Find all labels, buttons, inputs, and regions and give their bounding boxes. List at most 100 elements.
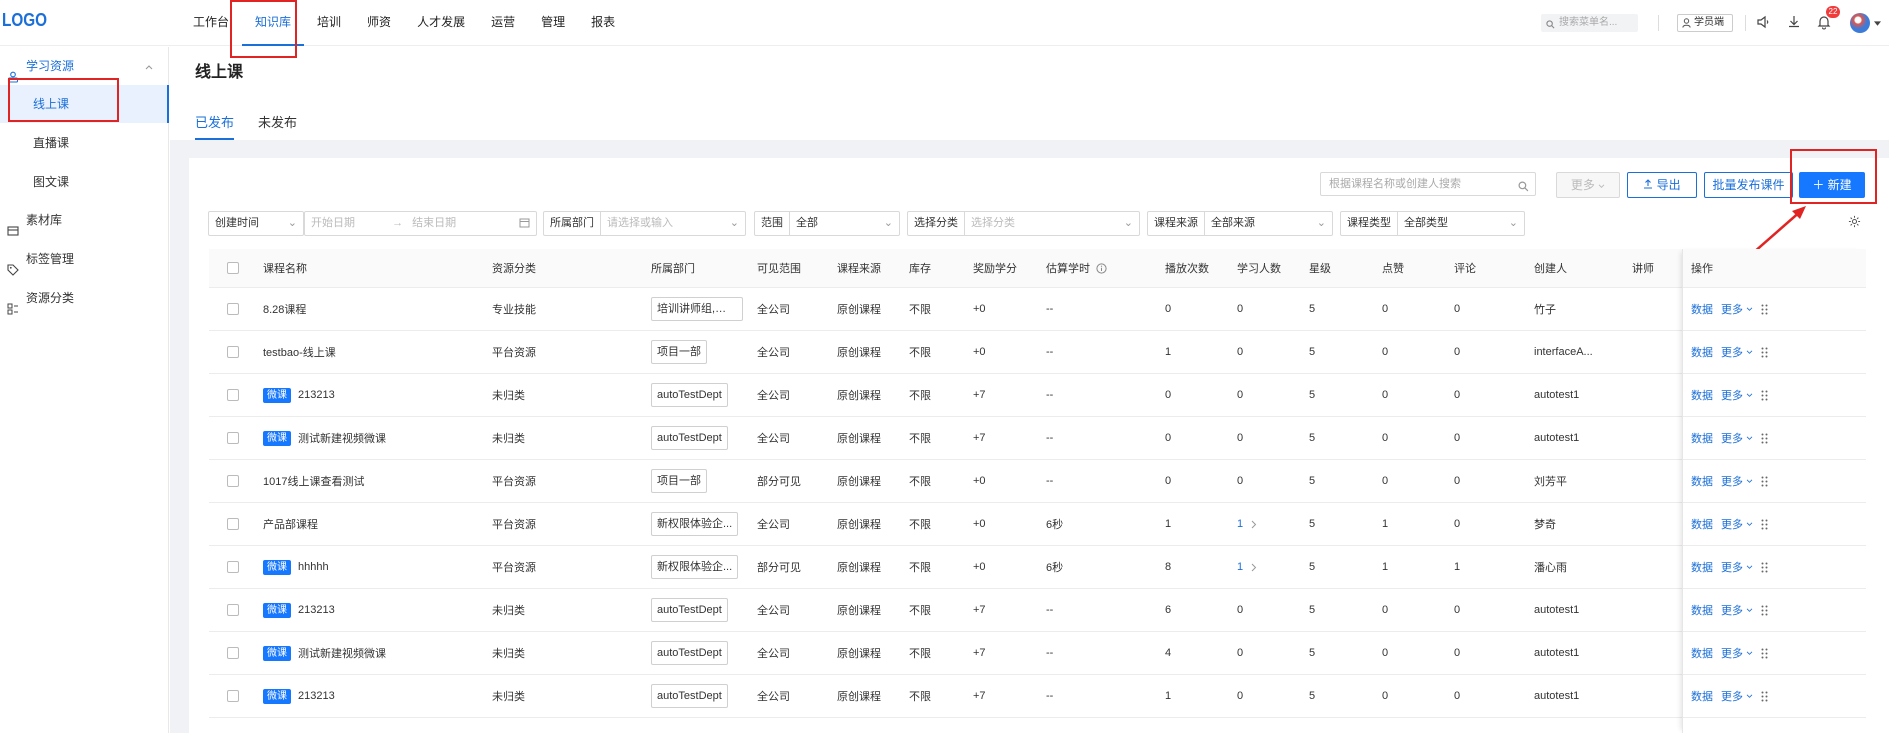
- sidebar-group-tag-management[interactable]: 标签管理: [0, 240, 169, 278]
- source-filter[interactable]: 课程来源 全部来源 ⌄: [1147, 211, 1333, 236]
- row-checkbox[interactable]: [227, 604, 239, 616]
- cell-scope: 全公司: [757, 605, 790, 617]
- logo: LOGO: [2, 10, 48, 30]
- column-header: 点赞: [1382, 263, 1404, 275]
- cell-source: 原创课程: [837, 605, 881, 617]
- cell-comments: 1: [1454, 561, 1461, 573]
- nav-teachers[interactable]: 师资: [354, 0, 404, 46]
- nav-talent[interactable]: 人才发展: [404, 0, 478, 46]
- row-checkbox[interactable]: [227, 518, 239, 530]
- cell-scope: 部分可见: [757, 562, 801, 574]
- avatar[interactable]: [1850, 13, 1870, 33]
- table-row[interactable]: 微课 213213 autoTestDept 未归类 全公司 原创课程 不限 +7 -- 1 5 0 0…: [209, 675, 1866, 718]
- column-header: 库存: [909, 263, 931, 275]
- tab-unpublished[interactable]: 未发布: [258, 110, 297, 140]
- cell-category: 平台资源: [492, 562, 536, 574]
- gear-icon[interactable]: [1848, 215, 1861, 231]
- cell-hours: --: [1046, 604, 1054, 616]
- sidebar-item-online-courses[interactable]: 线上课: [0, 85, 169, 123]
- category-filter-placeholder: 选择分类: [971, 217, 1015, 229]
- department-filter-label: 所属部门: [544, 212, 601, 235]
- cell-department: 项目一部: [651, 469, 707, 493]
- created-time-select[interactable]: 创建时间 ⌄: [208, 211, 304, 236]
- micro-course-tag: 微课: [263, 645, 291, 661]
- sidebar: 学习资源 线上课 直播课 图文课 素材库 标签管理 资源分类: [0, 47, 169, 733]
- cell-source: 原创课程: [837, 476, 881, 488]
- cell-credit: +7: [973, 690, 986, 702]
- row-checkbox[interactable]: [227, 346, 239, 358]
- row-checkbox[interactable]: [227, 475, 239, 487]
- cell-department: autoTestDept: [651, 684, 728, 708]
- table-row[interactable]: 微课 测试新建视频微课 autoTestDept 未归类 全公司 原创课程 不限 +7 -- 0 5…: [209, 417, 1866, 460]
- row-checkbox[interactable]: [227, 303, 239, 315]
- download-icon[interactable]: [1786, 14, 1804, 32]
- sidebar-group-resource-category[interactable]: 资源分类: [0, 279, 169, 317]
- category-filter[interactable]: 选择分类 选择分类 ⌄: [907, 211, 1140, 236]
- cell-stock: 不限: [909, 691, 931, 703]
- menu-search-input[interactable]: 搜索菜单名...: [1541, 14, 1638, 32]
- learners-count: 0: [1237, 303, 1244, 315]
- sidebar-group-learning-resources[interactable]: 学习资源: [0, 47, 169, 85]
- cell-hours: 6秒: [1046, 562, 1064, 574]
- created-time-label: 创建时间: [215, 217, 259, 229]
- cell-course-name[interactable]: 213213: [298, 389, 335, 401]
- row-checkbox[interactable]: [227, 561, 239, 573]
- nav-operations[interactable]: 运营: [478, 0, 528, 46]
- cell-course-name[interactable]: 产品部课程: [263, 516, 318, 532]
- sidebar-item-live-courses[interactable]: 直播课: [0, 124, 169, 162]
- table-body: 8.28课程 培训讲师组,培训... 专业技能 全公司 原创课程 不限 +0 -- 0 5 0 0 竹子…: [209, 288, 1866, 718]
- cell-learners[interactable]: 1: [1237, 546, 1257, 588]
- row-checkbox[interactable]: [227, 690, 239, 702]
- department-filter[interactable]: 所属部门 请选择或输入 ⌄: [543, 211, 746, 236]
- table-row[interactable]: 1017线上课查看测试 项目一部 平台资源 部分可见 原创课程 不限 +0 -- 0 5 0 0 刘芳平…: [209, 460, 1866, 503]
- date-range-picker[interactable]: 开始日期 → 结束日期: [304, 211, 537, 236]
- top-bar: LOGO 工作台 知识库 培训 师资 人才发展 运营 管理 报表 搜索菜单名..…: [0, 0, 1889, 46]
- cell-course-name[interactable]: hhhhh: [298, 561, 329, 573]
- cell-course-name[interactable]: 1017线上课查看测试: [263, 473, 364, 489]
- sidebar-group-material-library[interactable]: 素材库: [0, 201, 169, 239]
- search-icon: [1546, 18, 1555, 36]
- cell-course-name[interactable]: 8.28课程: [263, 301, 306, 317]
- table-row[interactable]: 微课 hhhhh 新权限体验企... 平台资源 部分可见 原创课程 不限 +0 6秒 8 5 1 1 潘心…: [209, 546, 1866, 589]
- type-filter[interactable]: 课程类型 全部类型 ⌄: [1340, 211, 1525, 236]
- cell-course-name[interactable]: 测试新建视频微课: [298, 645, 386, 661]
- cell-course-name[interactable]: 测试新建视频微课: [298, 430, 386, 446]
- nav-management[interactable]: 管理: [528, 0, 578, 46]
- table-row[interactable]: 产品部课程 新权限体验企... 平台资源 全公司 原创课程 不限 +0 6秒 1 5 1 0 梦奇 1 数据…: [209, 503, 1866, 546]
- nav-workbench[interactable]: 工作台: [180, 0, 242, 46]
- info-icon[interactable]: [1096, 262, 1107, 274]
- table-row[interactable]: 8.28课程 培训讲师组,培训... 专业技能 全公司 原创课程 不限 +0 -- 0 5 0 0 竹子…: [209, 288, 1866, 331]
- row-checkbox[interactable]: [227, 389, 239, 401]
- scope-filter[interactable]: 范围 全部 ⌄: [754, 211, 900, 236]
- cell-credit: +7: [973, 604, 986, 616]
- tab-published[interactable]: 已发布: [195, 110, 235, 140]
- learners-count: 0: [1237, 346, 1244, 358]
- export-button[interactable]: 导出: [1627, 172, 1697, 198]
- sidebar-item-article-courses[interactable]: 图文课: [0, 163, 169, 201]
- row-checkbox[interactable]: [227, 647, 239, 659]
- cell-course-name[interactable]: 213213: [298, 604, 335, 616]
- learners-count: 0: [1237, 647, 1244, 659]
- nav-training[interactable]: 培训: [304, 0, 354, 46]
- start-date-placeholder: 开始日期: [311, 217, 355, 229]
- cell-learners[interactable]: 1: [1237, 503, 1257, 545]
- cell-course-name[interactable]: testbao-线上课: [263, 344, 336, 360]
- student-portal-button[interactable]: 学员端: [1677, 14, 1733, 32]
- table-row[interactable]: 微课 测试新建视频微课 autoTestDept 未归类 全公司 原创课程 不限 +7 -- 4 5…: [209, 632, 1866, 675]
- course-search-input[interactable]: 根据课程名称或创建人搜索: [1320, 172, 1536, 196]
- table-row[interactable]: 微课 213213 autoTestDept 未归类 全公司 原创课程 不限 +7 -- 6 5 0 0…: [209, 589, 1866, 632]
- cell-likes: 0: [1382, 303, 1389, 315]
- nav-knowledge-base[interactable]: 知识库: [242, 0, 305, 46]
- more-button[interactable]: 更多: [1556, 172, 1620, 198]
- table-row[interactable]: testbao-线上课 项目一部 平台资源 全公司 原创课程 不限 +0 -- 1 5 0 0 inte…: [209, 331, 1866, 374]
- calendar-icon: [519, 212, 530, 237]
- speaker-icon[interactable]: [1755, 14, 1773, 32]
- table-row[interactable]: 微课 213213 autoTestDept 未归类 全公司 原创课程 不限 +7 -- 0 5 0 0…: [209, 374, 1866, 417]
- select-all-checkbox[interactable]: [227, 262, 239, 274]
- caret-down-icon[interactable]: [1874, 16, 1881, 30]
- nav-reports[interactable]: 报表: [578, 0, 628, 46]
- row-checkbox[interactable]: [227, 432, 239, 444]
- category-filter-label: 选择分类: [908, 212, 965, 235]
- cell-course-name[interactable]: 213213: [298, 690, 335, 702]
- cell-category: 未归类: [492, 648, 525, 660]
